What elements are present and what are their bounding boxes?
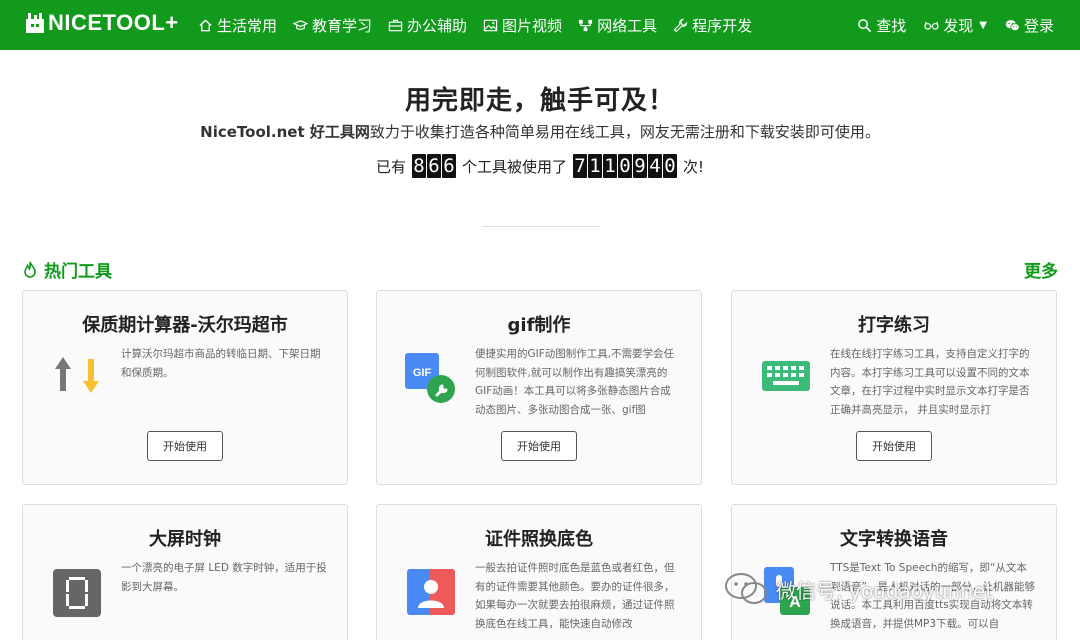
card-description: 在线在线打字练习工具，支持自定义打字的内容。本打字练习工具可以设置不同的文本文章… [830, 348, 1030, 416]
fire-icon [24, 261, 36, 278]
tool-card-gif[interactable]: gif制作 GIF 便捷实用的GIF动图制作工具,不需要学会任何制图软件,就可以… [376, 290, 702, 485]
discover-dropdown[interactable]: 发现 ▼ [924, 15, 987, 36]
section-title: 热门工具 [22, 257, 112, 282]
nav-item-network[interactable]: 网络工具 [578, 15, 657, 36]
led-digit-icon [53, 569, 101, 617]
counter-digit: 8 [411, 154, 426, 178]
counter-digit: 0 [618, 154, 632, 178]
card-description: 一般去拍证件照时底色是蓝色或者红色，但有的证件需要其他颜色。要办的证件很多，如果… [475, 562, 675, 630]
tool-card-clock[interactable]: 大屏时钟 一个漂亮的电子屏 LED 数字时钟，适用于投影到大屏幕。 [22, 504, 348, 640]
caret-down-icon: ▼ [979, 19, 987, 31]
watermark: 微信号: youdaoyunnet [724, 572, 993, 606]
top-nav: NICETOOL+ 生活常用 教育学习 办公辅助 图片视频 网络工具 程序开发 [0, 0, 1080, 50]
logo-mark-icon [26, 13, 44, 33]
card-title: 文字转换语音 [840, 529, 948, 550]
watermark-text: 微信号: youdaoyunnet [776, 578, 994, 603]
logo[interactable]: NICETOOL+ [26, 10, 179, 36]
tool-card-expiry[interactable]: 保质期计算器-沃尔玛超市 计算沃尔玛超市商品的转临日期、下架日期和保质期。 开始… [22, 290, 348, 485]
usage-count: 7110940 [573, 154, 677, 178]
card-description: 计算沃尔玛超市商品的转临日期、下架日期和保质期。 [121, 348, 321, 379]
nav-item-life[interactable]: 生活常用 [198, 15, 277, 36]
counter-digit: 4 [648, 154, 662, 178]
svg-text:GIF: GIF [413, 367, 432, 379]
nav-item-label: 教育学习 [312, 16, 373, 35]
card-title: 证件照换底色 [485, 529, 593, 550]
hero-title: 用完即走，触手可及！ [404, 86, 675, 116]
hero-subtitle: NiceTool.net 好工具网致力于收集打造各种简单易用在线工具，网友无需注… [0, 121, 1080, 142]
nav-menu: 生活常用 教育学习 办公辅助 图片视频 网络工具 程序开发 [198, 0, 752, 50]
nav-item-label: 图片视频 [502, 16, 563, 35]
id-photo-icon [407, 569, 455, 615]
card-title: 大屏时钟 [149, 529, 221, 550]
hero-brand: NiceTool.net 好工具网 [200, 123, 370, 141]
card-title: 保质期计算器-沃尔玛超市 [82, 315, 288, 336]
nav-item-dev[interactable]: 程序开发 [673, 15, 752, 36]
nav-item-label: 办公辅助 [407, 16, 468, 35]
login-label: 登录 [1023, 16, 1054, 35]
tool-count: 866 [411, 154, 456, 178]
counter-digit: 6 [426, 154, 441, 178]
nav-item-label: 网络工具 [597, 16, 658, 35]
graduation-cap-icon [293, 19, 309, 30]
gif-wrench-icon: GIF [405, 353, 455, 403]
counter-digit: 1 [603, 154, 617, 178]
counter-suffix: 次! [683, 157, 705, 176]
wechat-icon [1005, 19, 1020, 31]
tool-card-typing[interactable]: 打字练习 在线在线打字练习工具，支持自定义打字的内容。本打字练习工具可以设置不同… [731, 290, 1057, 485]
search-link[interactable]: 查找 [857, 15, 906, 36]
start-button[interactable]: 开始使用 [147, 431, 223, 461]
home-icon [199, 18, 212, 31]
counter-middle: 个工具被使用了 [461, 157, 567, 176]
start-button[interactable]: 开始使用 [856, 431, 932, 461]
counter-digit: 7 [573, 154, 587, 178]
tool-card-id-photo[interactable]: 证件照换底色 一般去拍证件照时底色是蓝色或者红色，但有的证件需要其他颜色。要办的… [376, 504, 702, 640]
keyboard-icon [762, 361, 810, 391]
nav-right: 查找 发现 ▼ 登录 [857, 0, 1054, 50]
logo-text: NICETOOL+ [48, 10, 179, 35]
hero-divider [482, 226, 600, 227]
card-description: 一个漂亮的电子屏 LED 数字时钟，适用于投影到大屏幕。 [121, 562, 327, 593]
card-description: 便捷实用的GIF动图制作工具,不需要学会任何制图软件,就可以制作出有趣搞笑漂亮的… [475, 348, 675, 416]
login-button[interactable]: 登录 [1005, 15, 1054, 36]
image-icon [483, 19, 498, 31]
counter-digit: 0 [663, 154, 677, 178]
network-icon [579, 19, 593, 31]
nav-item-label: 程序开发 [692, 16, 753, 35]
nav-item-education[interactable]: 教育学习 [293, 15, 372, 36]
counter-digit: 9 [633, 154, 647, 178]
discover-label: 发现 [943, 16, 974, 35]
up-down-arrows-icon [55, 357, 99, 393]
card-title: gif制作 [507, 315, 571, 336]
search-icon [858, 18, 872, 32]
section-title-label: 热门工具 [44, 262, 112, 282]
nav-item-office[interactable]: 办公辅助 [388, 15, 467, 36]
hero-description: 致力于收集打造各种简单易用在线工具，网友无需注册和下载安装即可使用。 [369, 123, 880, 141]
glasses-icon [924, 21, 939, 30]
search-label: 查找 [876, 16, 907, 35]
start-button[interactable]: 开始使用 [501, 431, 577, 461]
more-link[interactable]: 更多 [1024, 257, 1058, 282]
briefcase-icon [388, 19, 403, 31]
counter-digit: 1 [588, 154, 602, 178]
wechat-watermark-icon [725, 573, 767, 604]
usage-counter: 已有 866 个工具被使用了 7110940 次! [0, 154, 1080, 178]
card-title: 打字练习 [858, 315, 930, 336]
counter-digit: 6 [441, 154, 456, 178]
nav-item-label: 生活常用 [217, 16, 278, 35]
counter-prefix: 已有 [375, 157, 406, 176]
wrench-icon [673, 18, 688, 32]
nav-item-media[interactable]: 图片视频 [483, 15, 562, 36]
